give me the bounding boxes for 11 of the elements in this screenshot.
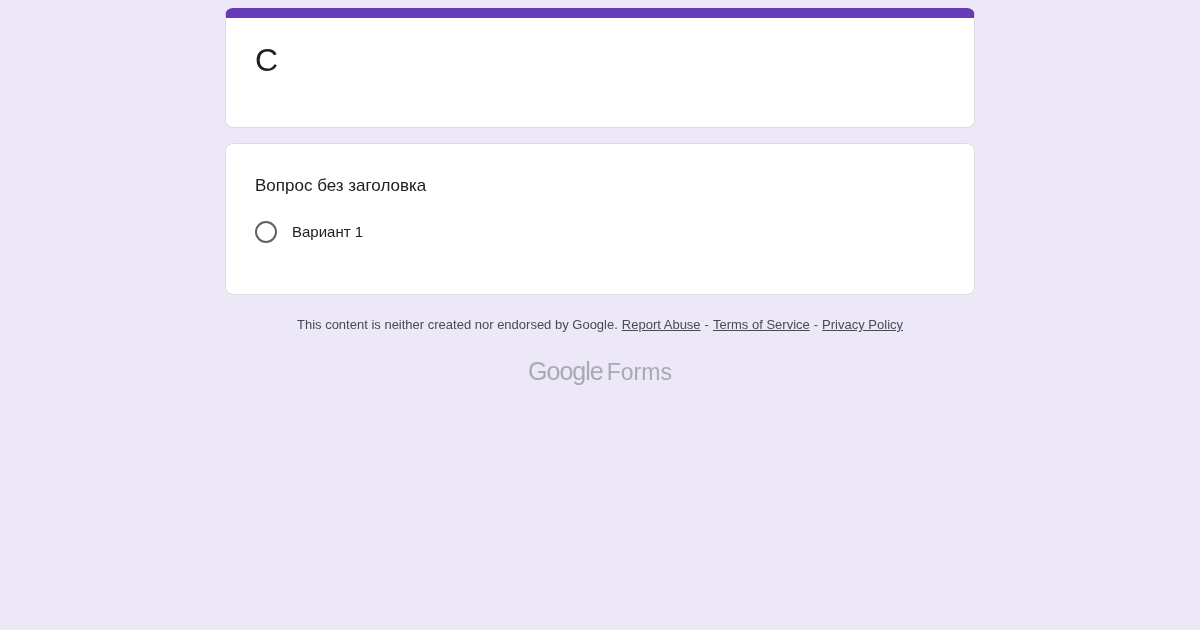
question-title: Вопрос без заголовка <box>255 175 428 197</box>
footer-link[interactable]: Privacy Policy <box>822 315 904 335</box>
footer-notice: This content is neither created nor endorsed by Google. <box>296 316 618 334</box>
google-forms-logo: Google Forms <box>528 355 672 387</box>
form-title: С <box>255 41 280 80</box>
radio-button[interactable] <box>255 221 277 244</box>
footer-link[interactable]: Terms of Service <box>712 315 810 335</box>
separator: - <box>813 316 819 334</box>
separator: - <box>704 316 709 334</box>
option-label: Вариант 1 <box>292 222 364 242</box>
footer-link[interactable]: Report Abuse <box>621 315 701 335</box>
